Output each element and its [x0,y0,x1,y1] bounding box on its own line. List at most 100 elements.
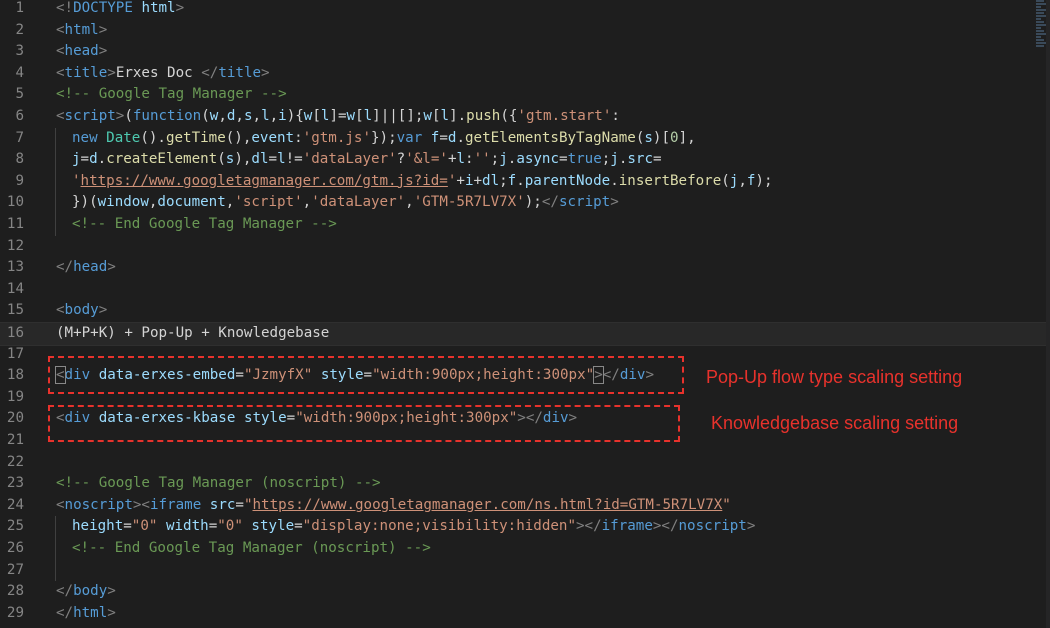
code-token: ]. [449,108,467,124]
line-number: 28 [6,583,24,600]
code-token: l [456,151,466,168]
body-close-line[interactable]: 28 </body> [0,581,1050,603]
line-number: 23 [6,475,24,492]
code-token: createElement [106,151,218,168]
gtm-script-close-line[interactable]: 10})(window,document,'script','dataLayer… [0,192,1050,214]
code-token: > [98,21,108,38]
line-number: 29 [6,604,24,621]
body-open-line[interactable]: 15 <body> [0,300,1050,322]
code-editor[interactable]: 1 <!DOCTYPE html> 2 <html> 3 <head> 4 <title>Er… [0,0,1050,628]
code-token: l [261,108,270,124]
body-text-line[interactable]: 16 (M+P+K) + Pop-Up + Knowledgebase [0,322,1050,346]
code-token: ; [490,151,500,168]
title-line[interactable]: 4 <title>Erxes Doc </title> [0,63,1050,85]
code-token: html [64,21,99,38]
code-token: head [73,259,108,276]
gtm-comment-line[interactable]: 5 <!-- Google Tag Manager --> [0,84,1050,106]
code-text: <script>(function(w,d,s,l,i){w[l]=w[l]||… [56,106,620,128]
popup-annotation-box [48,356,684,394]
code-token: </ [56,583,74,600]
noscript-line[interactable]: 25 height="0" width="0" style="display:no… [0,516,1050,538]
code-token: (). [140,129,166,146]
code-token: = [439,129,448,146]
code-token: > [746,518,756,535]
gtm-script-line[interactable]: 8 j=d.createElement(s),dl=l!='dataLayer'?… [0,149,1050,171]
gtm-script-line[interactable]: 9 'https://www.googletagmanager.com/gtm.j… [0,171,1050,193]
line-number: 26 [6,540,24,556]
code-token: s [644,129,653,146]
code-text: <!-- Google Tag Manager (noscript) --> [56,473,381,495]
code-text: <html> [56,20,107,42]
empty-line[interactable]: 27 [0,560,1050,582]
html-open-line[interactable]: 2 <html> [0,20,1050,42]
code-token: script [558,194,611,211]
gtm-end-comment-line[interactable]: 11 <!-- End Google Tag Manager --> [0,214,1050,236]
code-token: = [294,518,303,535]
code-token: noscript [64,496,133,513]
code-token: > [261,64,270,81]
code-token: + [456,172,465,189]
code-text: <noscript><iframe src="https://www.googl… [56,495,731,517]
code-token: </ [541,194,559,211]
empty-line[interactable]: 22 [0,452,1050,474]
code-token: noscript [678,518,747,535]
noscript-line[interactable]: 24 <noscript><iframe src="https://www.goo… [0,495,1050,517]
code-token: Erxes Doc [115,64,202,81]
gtm-script-line[interactable]: 7 new Date().getTime(),event:'gtm.js'});v… [0,128,1050,150]
code-token: > [98,43,108,60]
code-token: ]||[]; [372,108,424,124]
code-token: < [56,108,65,124]
code-token: 'GTM-5R7LV7X' [413,194,525,211]
code-token: , [738,172,747,189]
line-number: 21 [6,432,24,448]
empty-line[interactable]: 12 [0,236,1050,258]
code-token: , [302,194,312,211]
code-token: [ [355,108,364,124]
html-close-line[interactable]: 29 </html> [0,603,1050,625]
code-token: ( [201,108,210,124]
head-close-line[interactable]: 13 </head> [0,257,1050,279]
code-token: width [165,518,209,535]
code-token: 'dataLayer' [302,151,397,168]
code-token: html [141,0,176,16]
noscript-comment-line[interactable]: 23 <!-- Google Tag Manager (noscript) --> [0,473,1050,495]
code-token: ) [286,108,296,124]
doctype-line[interactable]: 1 <!DOCTYPE html> [0,0,1050,20]
code-token: <!-- End Google Tag Manager --> [72,216,337,232]
code-token: iframe [601,518,653,535]
gtm-script-line[interactable]: 6 <script>(function(w,d,s,l,i){w[l]=w[l]|… [0,106,1050,128]
code-token: l [363,108,373,124]
code-text: new Date().getTime(),event:'gtm.js'});va… [72,128,696,150]
code-token: style [251,518,295,535]
noscript-end-comment-line[interactable]: 26 <!-- End Google Tag Manager (noscript)… [0,538,1050,560]
code-token: (), [225,129,252,146]
code-token: = [208,518,218,535]
code-token: . [516,172,525,189]
code-token: ( [124,108,133,124]
line-number: 27 [6,561,24,578]
code-token: > [107,64,116,81]
code-token: ); [755,172,773,189]
code-token: = [80,151,90,168]
code-token: + [473,172,483,189]
code-token: 'script' [234,194,303,211]
code-text: height="0" width="0" style="display:none… [72,516,755,538]
vertical-scrollbar[interactable] [1046,0,1050,628]
code-text: j=d.createElement(s),dl=l!='dataLayer'?'… [72,149,662,171]
code-token: </ [56,604,74,621]
empty-line[interactable]: 14 [0,279,1050,301]
code-token: . [97,151,107,168]
head-open-line[interactable]: 3 <head> [0,41,1050,63]
code-token: = [235,496,244,513]
code-token: new [72,129,98,146]
code-token: f [507,172,517,189]
code-text: <title>Erxes Doc </title> [56,63,270,85]
code-text: <!-- Google Tag Manager --> [56,84,287,106]
line-number: 20 [6,410,24,427]
code-token: var [396,129,423,146]
code-token: event [251,129,295,146]
code-text: <head> [56,41,107,63]
code-token: < [56,496,65,513]
